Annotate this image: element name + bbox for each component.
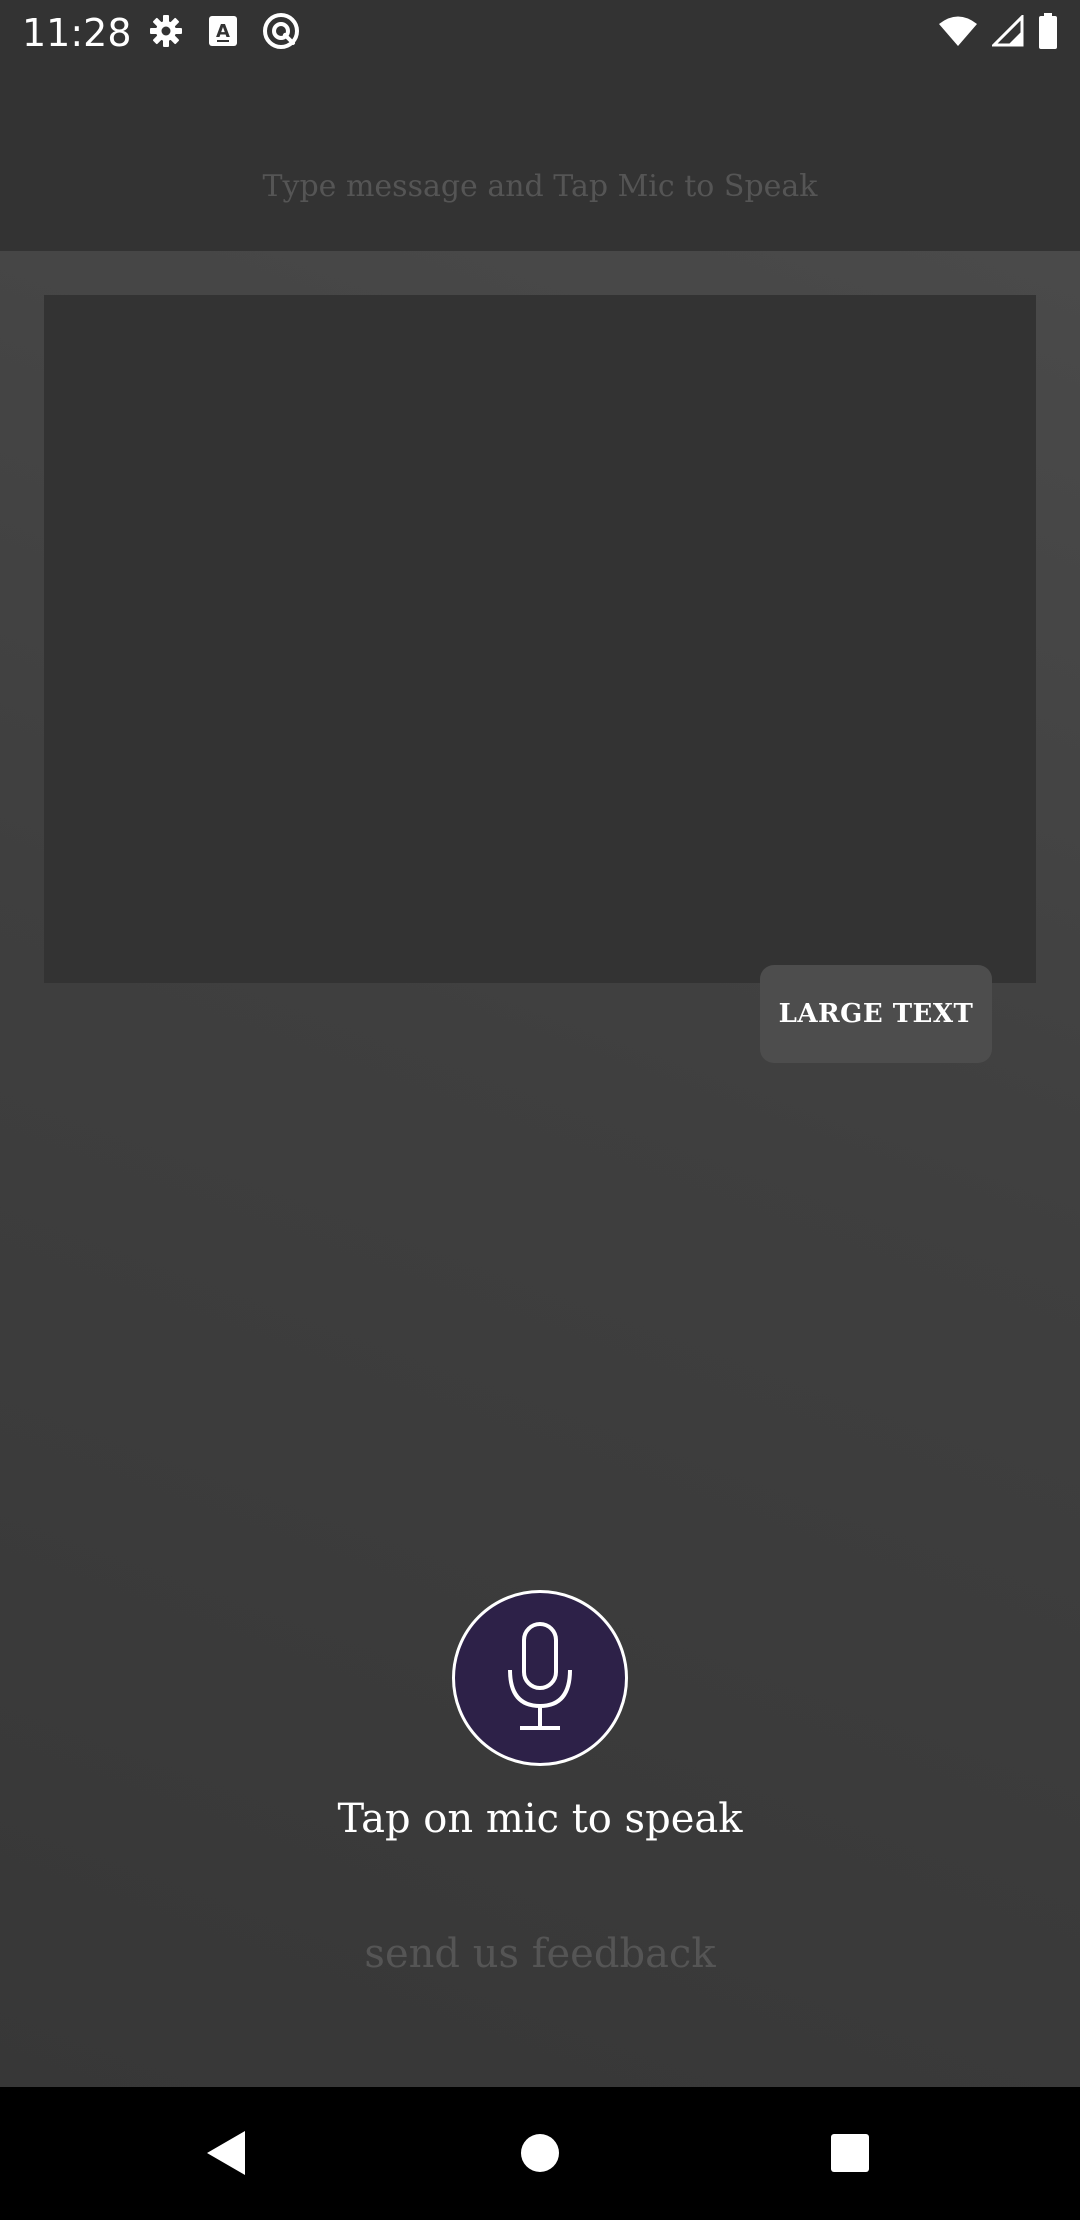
microphone-icon — [508, 1622, 572, 1730]
signal-icon — [990, 13, 1024, 51]
wifi-icon — [938, 15, 978, 51]
status-icons-left: A — [148, 12, 300, 54]
svg-text:A: A — [216, 21, 230, 42]
gear-icon — [148, 13, 184, 53]
message-input[interactable] — [60, 156, 1020, 216]
app-screen: 11:28 A Type message and Tap Mic to Spea… — [0, 0, 1080, 2220]
message-header — [0, 66, 1080, 251]
speech-output-panel — [44, 295, 1036, 983]
home-icon[interactable] — [500, 2113, 580, 2193]
mic-button[interactable] — [452, 1590, 628, 1766]
circle-q-icon — [262, 12, 300, 54]
back-icon[interactable] — [186, 2113, 266, 2193]
status-time: 11:28 — [22, 11, 132, 55]
status-bar: 11:28 A — [0, 0, 1080, 66]
main-content: LARGE TEXT Tap on mic to speak send us f… — [0, 251, 1080, 2087]
status-icons-right — [938, 13, 1058, 53]
battery-icon — [1038, 13, 1058, 53]
send-feedback-link[interactable]: send us feedback — [0, 1931, 1080, 1977]
large-text-button[interactable]: LARGE TEXT — [760, 965, 992, 1063]
navigation-bar — [0, 2087, 1080, 2220]
mic-caption: Tap on mic to speak — [337, 1796, 743, 1842]
recents-icon[interactable] — [810, 2113, 890, 2193]
a-box-icon: A — [208, 15, 238, 51]
